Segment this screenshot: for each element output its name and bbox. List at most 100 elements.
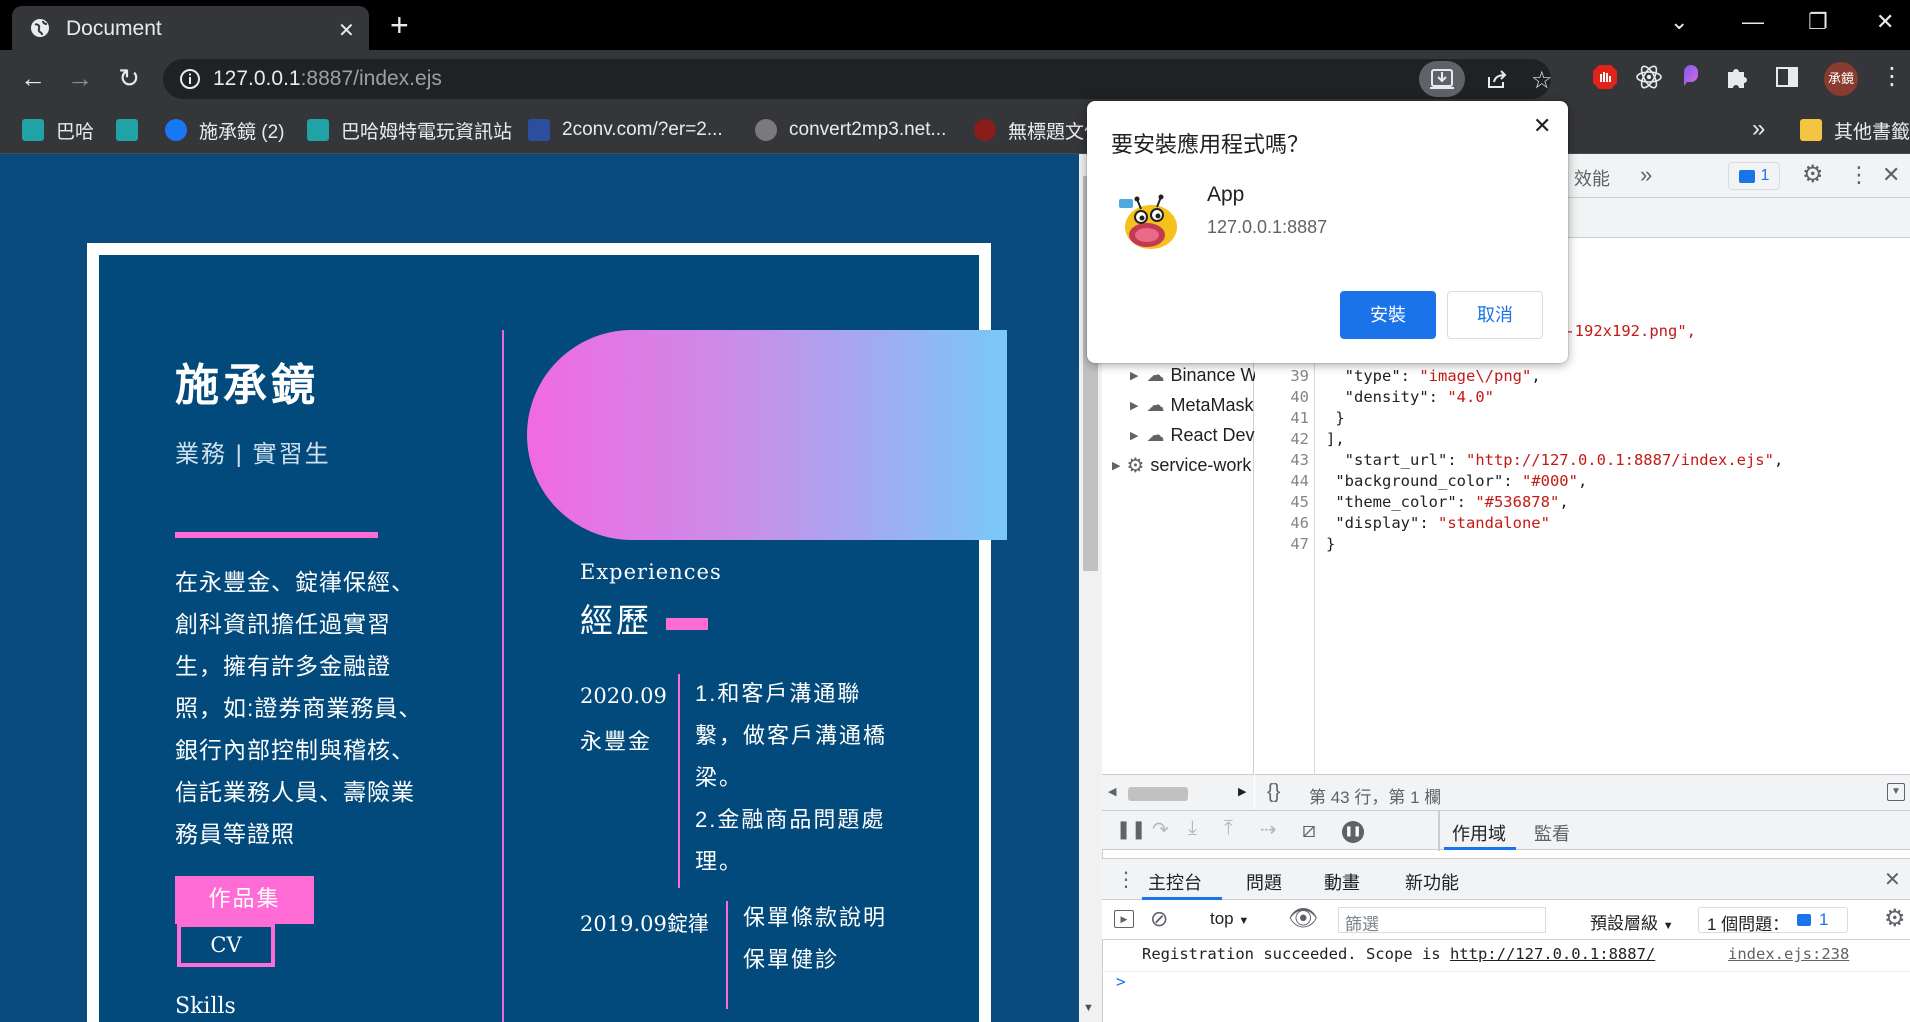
install-app-icon[interactable] <box>1419 61 1465 97</box>
pretty-print-icon[interactable]: {} <box>1267 781 1280 804</box>
close-drawer-icon[interactable]: ✕ <box>1884 867 1901 892</box>
portfolio-button[interactable]: 作品集 <box>175 876 314 924</box>
minimize-button[interactable]: — <box>1742 9 1764 35</box>
scroll-left-arrow-icon[interactable]: ◀ <box>1108 785 1116 798</box>
tab-issues[interactable]: 問題 <box>1246 869 1282 895</box>
wallet-extension-icon[interactable] <box>1678 62 1708 92</box>
restore-button[interactable]: ❐ <box>1808 9 1828 35</box>
settings-gear-icon[interactable]: ⚙ <box>1802 160 1824 189</box>
console-filter-input[interactable]: 篩選 <box>1338 907 1546 934</box>
console-prompt[interactable]: > <box>1116 972 1126 991</box>
bookmark-item[interactable]: 無標題文件 <box>974 115 1103 145</box>
issues-button[interactable]: 1 個問題： 1 <box>1698 907 1848 934</box>
tab-scope[interactable]: 作用域 <box>1452 820 1506 846</box>
pause-icon[interactable]: ❚❚ <box>1116 819 1146 840</box>
pause-on-exceptions-icon[interactable]: ❚❚ <box>1342 821 1364 843</box>
deactivate-breakpoints-icon[interactable]: ⧄ <box>1302 817 1316 843</box>
install-button[interactable]: 安裝 <box>1340 291 1436 339</box>
message-icon <box>1797 914 1811 926</box>
drawer-menu-icon[interactable]: ⋮ <box>1116 867 1136 892</box>
step-into-icon[interactable]: ⤓ <box>1188 817 1197 840</box>
bahamut-icon <box>22 119 44 141</box>
tab-animations[interactable]: 動畫 <box>1324 869 1360 895</box>
toggle-drawer-icon[interactable]: ▼ <box>1887 783 1905 801</box>
step-over-icon[interactable]: ↷ <box>1152 817 1169 842</box>
more-menu-icon[interactable]: ⋮ <box>1880 62 1904 91</box>
line-number: 41 <box>1290 409 1309 427</box>
accent-line <box>175 532 378 538</box>
step-out-icon[interactable]: ⤒ <box>1224 817 1233 840</box>
timeline-line <box>726 901 728 1009</box>
console-message: Registration succeeded. Scope is http://… <box>1142 945 1656 963</box>
tab-watch[interactable]: 監看 <box>1534 820 1570 846</box>
tab-search-icon[interactable]: ⌄ <box>1670 9 1688 35</box>
bookmark-item[interactable]: 巴哈姆特電玩資訊站 <box>307 115 512 145</box>
cloud-icon: ☁ <box>1146 394 1165 415</box>
line-number: 45 <box>1290 493 1309 511</box>
skills-heading: Skills <box>175 994 236 1019</box>
forward-button[interactable]: → <box>63 61 97 95</box>
dialog-close-icon[interactable]: ✕ <box>1533 113 1551 139</box>
step-icon[interactable]: ⇢ <box>1260 817 1277 842</box>
info-icon[interactable] <box>179 68 201 90</box>
scrollbar-thumb[interactable] <box>1128 787 1188 801</box>
code-line: "display": "standalone" <box>1326 514 1550 532</box>
globe-icon <box>30 18 50 38</box>
close-window-button[interactable]: ✕ <box>1876 9 1894 35</box>
gradient-banner <box>527 330 1007 540</box>
close-tab-icon[interactable]: ✕ <box>338 18 355 43</box>
app-origin: 127.0.0.1:8887 <box>1207 217 1328 237</box>
more-tabs-button[interactable]: » <box>1640 162 1652 188</box>
adblock-extension-icon[interactable] <box>1590 62 1620 92</box>
tab-whats-new[interactable]: 新功能 <box>1405 869 1459 895</box>
reload-button[interactable]: ↻ <box>112 61 146 95</box>
message-icon <box>1738 169 1755 183</box>
scroll-right-arrow-icon[interactable]: ▶ <box>1238 785 1246 798</box>
scroll-down-arrow-icon[interactable]: ▼ <box>1083 1002 1094 1014</box>
bookmark-item[interactable]: 巴哈 <box>22 115 94 145</box>
cancel-button[interactable]: 取消 <box>1447 291 1543 339</box>
cv-button[interactable]: CV <box>177 923 275 967</box>
bookmark-item[interactable] <box>116 115 150 145</box>
browser-tab[interactable]: Document ✕ <box>12 6 369 50</box>
code-line: "start_url": "http://127.0.0.1:8887/inde… <box>1326 451 1784 469</box>
profile-avatar[interactable]: 承鏡 <box>1824 62 1858 96</box>
bookmark-star-icon[interactable]: ☆ <box>1531 66 1553 95</box>
tab-console[interactable]: 主控台 <box>1148 869 1202 895</box>
browser-toolbar: ← → ↻ 127.0.0.1:8887/index.ejs ☆ 承鏡 ⋮ <box>0 50 1910 106</box>
tree-item[interactable]: ▶ ⚙ service-work <box>1112 450 1251 480</box>
extensions-puzzle-icon[interactable] <box>1722 62 1752 92</box>
issues-counter[interactable]: 1 <box>1728 162 1780 190</box>
eye-icon[interactable]: 👁 <box>1288 904 1318 933</box>
tree-item[interactable]: ▶ ☁ Binance W <box>1130 360 1258 390</box>
tab-performance[interactable]: 效能 <box>1574 165 1610 191</box>
address-bar[interactable]: 127.0.0.1:8887/index.ejs ☆ <box>163 59 1553 99</box>
tab-title: Document <box>66 17 162 40</box>
sidebar-toggle-icon[interactable]: ▶ <box>1114 910 1134 928</box>
devtools-menu-icon[interactable]: ⋮ <box>1848 162 1870 188</box>
react-devtools-icon[interactable] <box>1634 62 1664 92</box>
close-devtools-icon[interactable]: ✕ <box>1882 162 1900 188</box>
clear-console-icon[interactable]: ⊘ <box>1150 906 1168 932</box>
log-levels-select[interactable]: 預設層級 ▼ <box>1590 909 1674 934</box>
bookmark-item[interactable]: convert2mp3.net... <box>755 115 946 145</box>
pane-splitter[interactable] <box>1438 811 1440 851</box>
other-bookmarks-folder[interactable]: 其他書籤 <box>1800 115 1910 145</box>
share-icon[interactable] <box>1485 67 1509 91</box>
2conv-icon <box>528 119 550 141</box>
tree-item[interactable]: ▶ ☁ React Dev <box>1130 420 1255 450</box>
tree-horizontal-scrollbar[interactable]: ◀ ▶ <box>1102 774 1254 810</box>
console-link[interactable]: http://127.0.0.1:8887/ <box>1450 945 1655 963</box>
bookmarks-more-button[interactable]: » <box>1752 115 1765 143</box>
page-viewport: 施承鏡 業務 | 實習生 在永豐金、錠嵂保經、創科資訊擔任過實習生，擁有許多金融… <box>0 154 1079 1022</box>
bookmark-item[interactable]: 施承鏡 (2) <box>165 115 285 145</box>
context-select[interactable]: top ▼ <box>1210 909 1249 929</box>
back-button[interactable]: ← <box>16 61 50 95</box>
new-tab-button[interactable]: + <box>390 8 409 42</box>
bahamut-icon <box>307 119 329 141</box>
console-source-link[interactable]: index.ejs:238 <box>1728 945 1849 963</box>
side-panel-icon[interactable] <box>1772 62 1802 92</box>
console-settings-gear-icon[interactable]: ⚙ <box>1884 904 1906 933</box>
bookmark-item[interactable]: 2conv.com/?er=2... <box>528 115 723 145</box>
tree-item[interactable]: ▶ ☁ MetaMask <box>1130 390 1254 420</box>
